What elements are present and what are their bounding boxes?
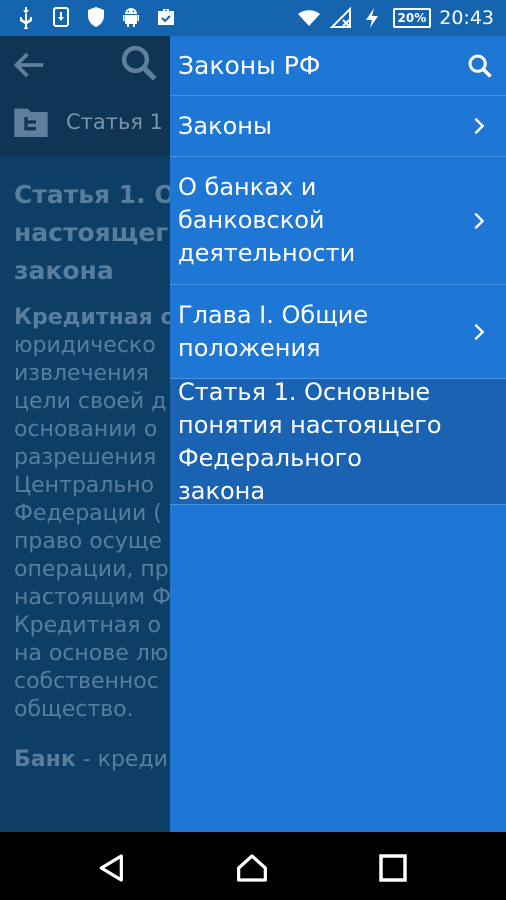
drawer-item-label: Статья 1. Основные понятия настоящего Фе… [178,377,442,505]
status-notifications [14,5,178,29]
usb-icon [20,7,32,29]
android-icon [123,8,139,27]
drawer-item-banking-law[interactable]: О банках и банковской деятельности [170,157,506,285]
navigation-drawer: Законы РФ Законы О банках и банковской д… [170,36,506,832]
drawer-item-label: О банках и банковской деятельности [178,173,356,267]
drawer-item-label: Законы [178,111,272,140]
back-triangle-icon[interactable] [96,852,128,884]
clock: 20:43 [439,7,494,29]
drawer-header: Законы РФ [170,36,506,96]
drawer-item-chapter-1[interactable]: Глава I. Общие положения [170,285,506,379]
no-signal-icon [329,6,351,28]
briefcase-check-icon [158,9,174,25]
recents-icon[interactable] [377,852,409,884]
status-bar: 20% 20:43 [0,0,506,36]
wifi-icon [297,10,320,26]
chevron-right-icon [474,117,485,135]
charging-bolt-icon [365,8,378,28]
search-icon[interactable] [466,52,494,80]
battery-level: 20% [392,8,432,28]
drawer-item-label: Глава I. Общие положения [178,300,369,362]
drawer-item-laws[interactable]: Законы [170,96,506,157]
download-icon [53,7,69,27]
back-arrow-icon[interactable] [10,46,48,84]
drawer-item-article-1[interactable]: Статья 1. Основные понятия настоящего Фе… [170,377,506,505]
home-icon[interactable] [236,852,268,884]
folder-tree-icon[interactable] [10,102,52,142]
drawer-title: Законы РФ [178,51,321,80]
status-system: 20% 20:43 [297,6,494,30]
chevron-right-icon [474,212,485,229]
system-nav-bar [0,832,506,900]
breadcrumb: Статья 1 [66,110,164,134]
search-icon[interactable] [118,42,160,84]
chevron-right-icon [474,323,485,340]
shield-icon [88,7,104,27]
